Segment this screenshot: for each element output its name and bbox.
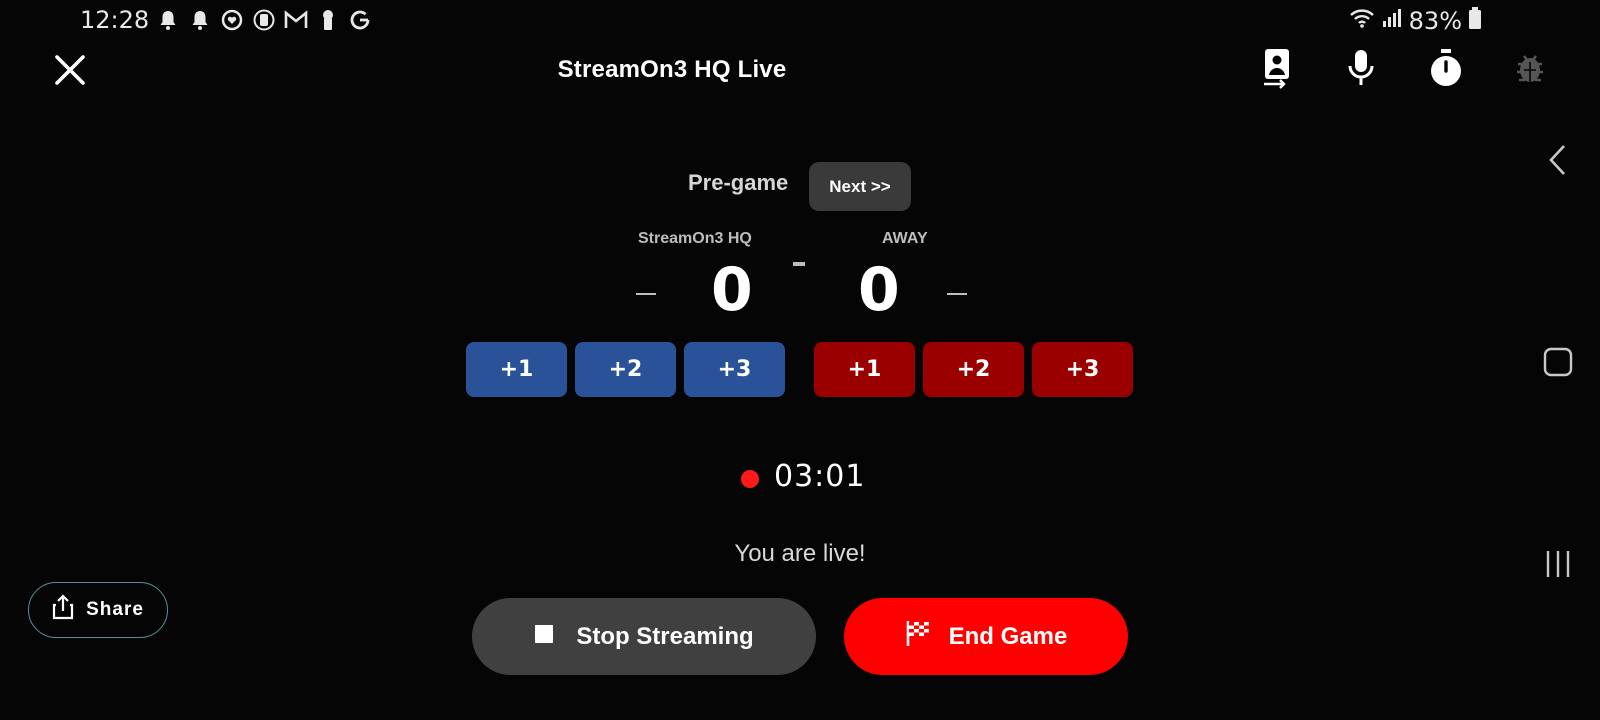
status-time: 12:28: [80, 6, 150, 34]
wifi-icon: [1349, 7, 1375, 35]
back-chevron-icon[interactable]: [1538, 140, 1578, 180]
period-label: Pre-game: [688, 170, 789, 195]
live-status-text: You are live!: [734, 540, 866, 567]
status-right: 83%: [1349, 6, 1482, 36]
home-plus-3-button[interactable]: +3: [684, 342, 785, 397]
home-team-name: StreamOn3 HQ: [638, 230, 752, 247]
score-separator: [793, 262, 805, 266]
stream-timer: 03:01: [774, 459, 866, 494]
share-button[interactable]: Share: [28, 582, 168, 638]
home-score: 0: [711, 255, 753, 325]
heart-sync-icon: [220, 8, 244, 32]
home-score-decrement[interactable]: [636, 293, 656, 295]
home-plus-1-button[interactable]: +1: [466, 342, 567, 397]
battery-percent: 83%: [1408, 7, 1462, 35]
battery-icon: [1468, 6, 1482, 36]
end-game-label: End Game: [948, 622, 1068, 650]
home-plus-2-button[interactable]: +2: [575, 342, 676, 397]
away-score-decrement[interactable]: [947, 293, 967, 295]
gmail-icon: [284, 8, 308, 32]
notification-bell-icon: [188, 8, 212, 32]
recording-indicator: [741, 470, 759, 488]
microphone-icon[interactable]: [1339, 46, 1383, 90]
next-period-button[interactable]: Next >>: [809, 162, 911, 211]
app-circle-icon: [252, 8, 276, 32]
stop-icon: [534, 623, 554, 651]
stop-streaming-label: Stop Streaming: [576, 622, 754, 650]
switch-camera-icon[interactable]: [1255, 46, 1299, 90]
checkered-flag-icon: [905, 619, 931, 654]
google-icon: [348, 8, 372, 32]
stopwatch-icon[interactable]: [1424, 46, 1468, 90]
away-plus-1-button[interactable]: +1: [814, 342, 915, 397]
page-title: StreamOn3 HQ Live: [557, 56, 787, 83]
share-icon: [52, 594, 74, 626]
signal-icon: [1381, 7, 1403, 35]
home-square-icon[interactable]: [1538, 342, 1578, 382]
stop-streaming-button[interactable]: Stop Streaming: [472, 598, 816, 675]
away-score: 0: [858, 255, 900, 325]
away-team-name: AWAY: [882, 230, 928, 247]
end-game-button[interactable]: End Game: [844, 598, 1128, 675]
status-left-icons: [156, 8, 372, 32]
away-plus-2-button[interactable]: +2: [923, 342, 1024, 397]
bug-icon[interactable]: [1508, 46, 1552, 90]
away-plus-3-button[interactable]: +3: [1032, 342, 1133, 397]
keyhole-icon: [316, 8, 340, 32]
share-label: Share: [86, 599, 144, 620]
notification-bell-icon: [156, 8, 180, 32]
